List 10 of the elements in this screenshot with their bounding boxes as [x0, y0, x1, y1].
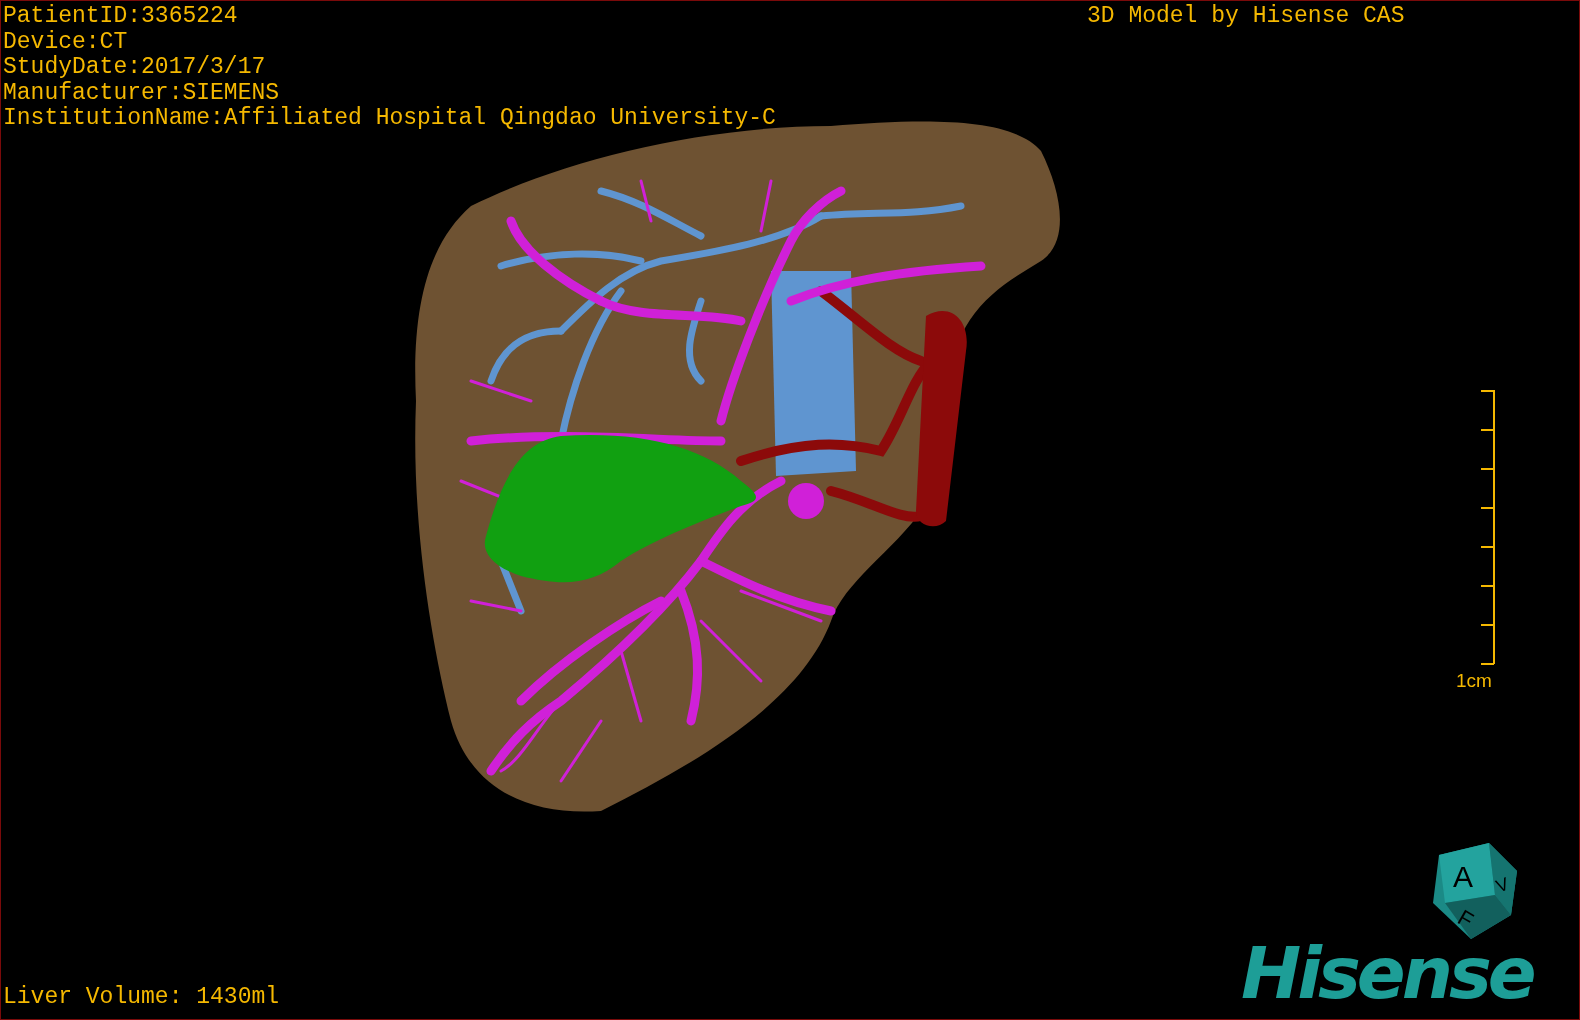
- info-line: StudyDate:2017/3/17: [3, 55, 267, 81]
- info-line: InstitutionName:Affiliated Hospital Qingdao University-C: [3, 106, 776, 132]
- scale-label: 1cm: [1456, 669, 1492, 693]
- viewer-title: 3D Model by Hisense CAS: [1087, 4, 1405, 30]
- info-line: Device:CT: [3, 29, 129, 55]
- info-line: PatientID:3365224: [3, 4, 239, 30]
- logo-text: Hisense: [1241, 937, 1535, 1009]
- orientation-cube[interactable]: A V F: [1433, 843, 1517, 939]
- info-line: Manufacturer:SIEMENS: [3, 80, 281, 106]
- liver-volume: Liver Volume: 1430ml: [3, 985, 280, 1011]
